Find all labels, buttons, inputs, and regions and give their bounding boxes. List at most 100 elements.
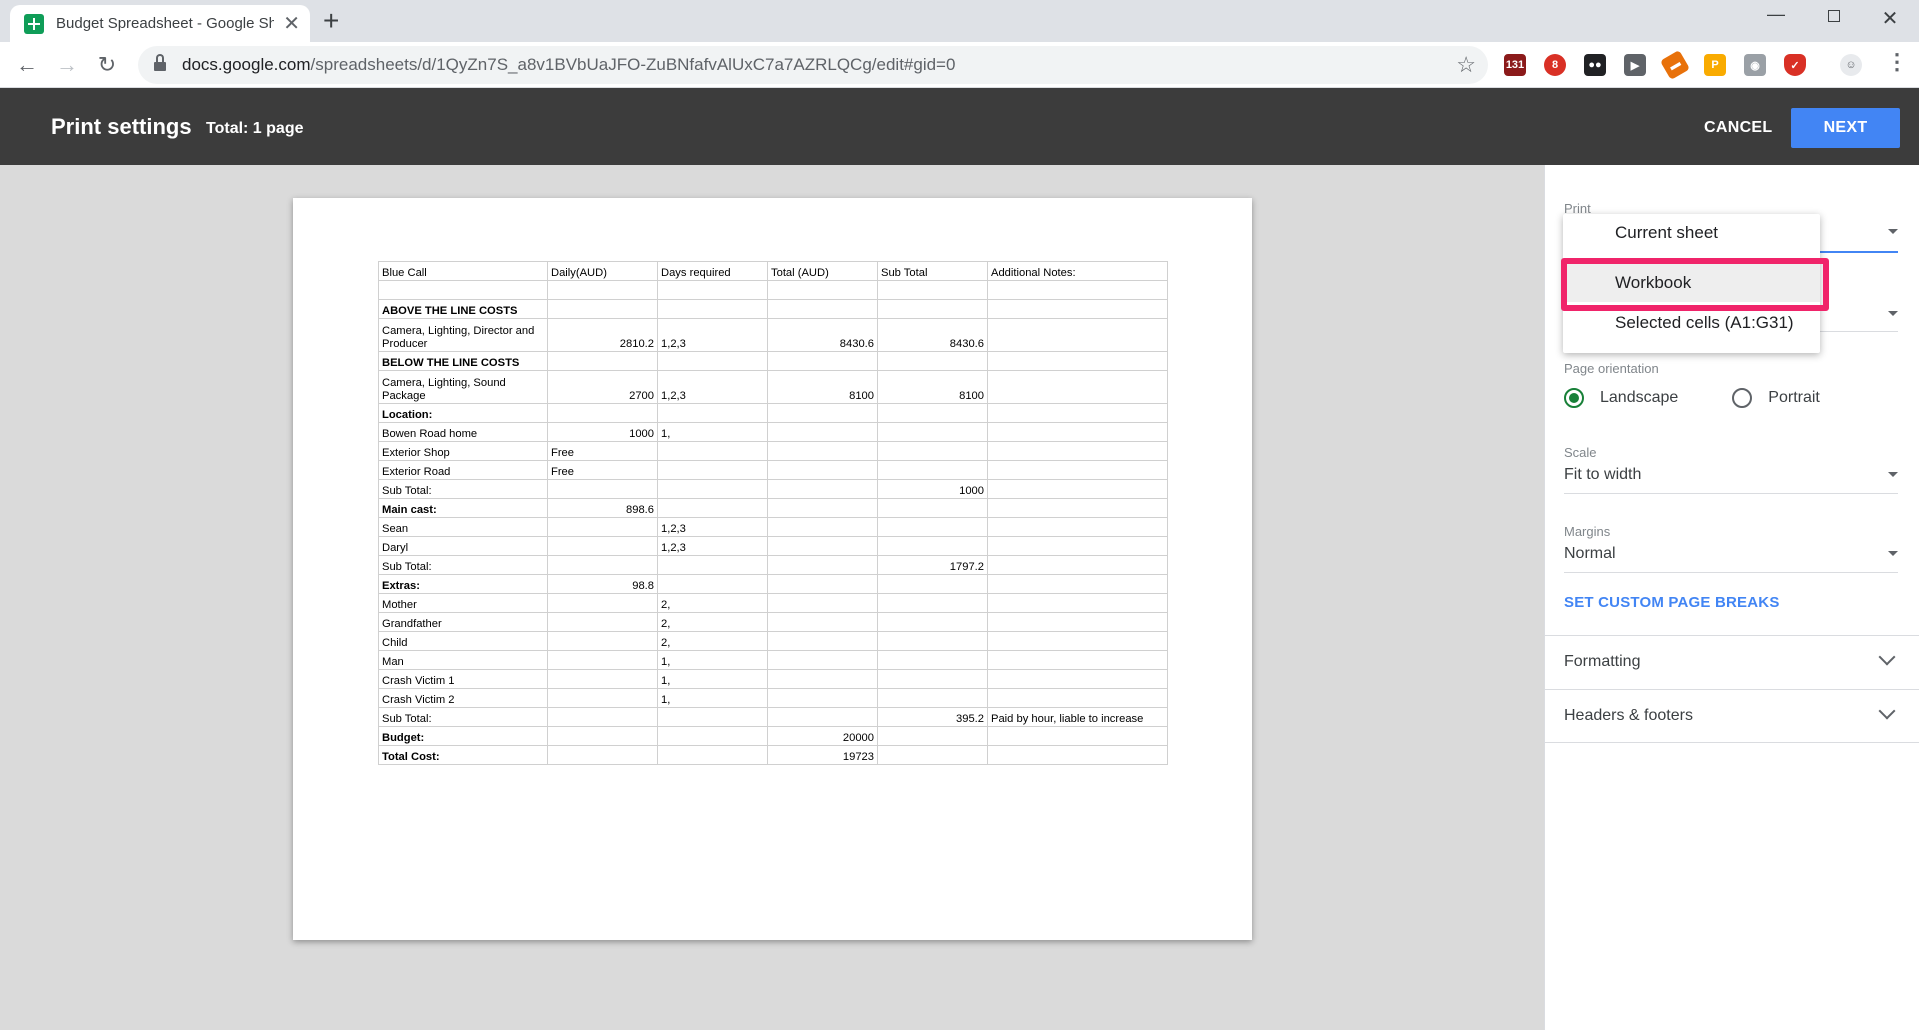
window-maximize-icon[interactable] bbox=[1814, 6, 1854, 27]
table-cell: Daryl bbox=[378, 536, 548, 556]
incognito-extension-icon[interactable]: ●● bbox=[1584, 54, 1606, 76]
table-cell: 98.8 bbox=[547, 574, 658, 594]
bookmark-star-icon[interactable]: ☆ bbox=[1456, 52, 1476, 78]
window-close-icon[interactable]: ✕ bbox=[1870, 6, 1910, 31]
table-cell bbox=[987, 726, 1168, 746]
table-cell bbox=[987, 612, 1168, 632]
table-cell: Grandfather bbox=[378, 612, 548, 632]
table-cell: 1, bbox=[657, 422, 768, 442]
cancel-button[interactable]: CANCEL bbox=[1690, 108, 1786, 148]
browser-tab[interactable]: Budget Spreadsheet - Google Sheets ✕ bbox=[10, 5, 310, 42]
set-custom-page-breaks-link[interactable]: SET CUSTOM PAGE BREAKS bbox=[1564, 594, 1780, 611]
url-text[interactable]: docs.google.com/spreadsheets/d/1QyZn7S_a… bbox=[182, 55, 955, 75]
table-cell bbox=[877, 460, 988, 480]
spreadsheet-preview-table: Blue Call Daily(AUD) Days required Total (A… bbox=[378, 261, 1168, 765]
print-preview-area: Blue Call Daily(AUD) Days required Total (A… bbox=[0, 165, 1544, 1030]
forward-arrow-icon[interactable]: → bbox=[52, 50, 82, 80]
landscape-radio[interactable] bbox=[1564, 388, 1584, 408]
table-cell bbox=[987, 403, 1168, 423]
table-cell bbox=[657, 707, 768, 727]
headers-footers-section[interactable]: Headers & footers bbox=[1544, 689, 1919, 743]
table-cell bbox=[767, 479, 878, 499]
table-cell bbox=[657, 403, 768, 423]
tag-extension-icon[interactable]: ▬ bbox=[1659, 49, 1691, 81]
dropdown-option-current-sheet[interactable]: Current sheet bbox=[1563, 214, 1820, 252]
profile-avatar-icon[interactable]: ☺ bbox=[1840, 54, 1862, 76]
table-cell bbox=[987, 593, 1168, 613]
table-cell: Total (AUD) bbox=[767, 261, 878, 281]
table-cell: 395.2 bbox=[877, 707, 988, 727]
page-orientation-label: Page orientation bbox=[1564, 361, 1659, 376]
table-cell bbox=[767, 536, 878, 556]
shield-extension-icon[interactable]: ✓ bbox=[1784, 54, 1806, 76]
table-cell: Daily(AUD) bbox=[547, 261, 658, 281]
lock-icon bbox=[154, 54, 166, 73]
key-extension-icon[interactable]: P bbox=[1704, 54, 1726, 76]
table-cell bbox=[767, 612, 878, 632]
table-row: Daryl 1,2,3 bbox=[378, 536, 1168, 556]
browser-menu-icon[interactable]: ⋮ bbox=[1886, 51, 1908, 73]
table-cell: Man bbox=[378, 650, 548, 670]
table-cell bbox=[547, 536, 658, 556]
margins-value: Normal bbox=[1564, 545, 1616, 562]
table-cell: Free bbox=[547, 441, 658, 461]
table-cell: Location: bbox=[378, 403, 548, 423]
table-row: ABOVE THE LINE COSTS bbox=[378, 299, 1168, 319]
formatting-section[interactable]: Formatting bbox=[1544, 635, 1919, 689]
table-cell: BELOW THE LINE COSTS bbox=[378, 351, 548, 371]
table-cell: 1,2,3 bbox=[657, 536, 768, 556]
table-cell bbox=[767, 351, 878, 371]
table-cell: 2810.2 bbox=[547, 318, 658, 352]
table-cell bbox=[987, 517, 1168, 537]
margins-select[interactable]: Normal bbox=[1564, 545, 1898, 569]
table-cell bbox=[877, 441, 988, 461]
table-row: Blue Call Daily(AUD) Days required Total (A… bbox=[378, 261, 1168, 281]
calendar-extension-icon[interactable]: 131 bbox=[1504, 54, 1526, 76]
back-arrow-icon[interactable]: ← bbox=[12, 50, 42, 80]
table-cell bbox=[547, 351, 658, 371]
adblock-extension-icon[interactable]: 8 bbox=[1544, 54, 1566, 76]
table-cell: Sub Total: bbox=[378, 479, 548, 499]
table-row: Crash Victim 1 1, bbox=[378, 669, 1168, 689]
table-cell: Main cast: bbox=[378, 498, 548, 518]
table-cell: Crash Victim 1 bbox=[378, 669, 548, 689]
browser-toolbar: ← → ↻ docs.google.com/spreadsheets/d/1Qy… bbox=[0, 42, 1919, 88]
table-cell: 1, bbox=[657, 650, 768, 670]
table-cell: 1000 bbox=[547, 422, 658, 442]
portrait-label[interactable]: Portrait bbox=[1768, 389, 1820, 407]
address-bar[interactable]: docs.google.com/spreadsheets/d/1QyZn7S_a… bbox=[138, 46, 1488, 84]
table-cell bbox=[657, 555, 768, 575]
table-row: Camera, Lighting, Director and Producer 2… bbox=[378, 318, 1168, 352]
portrait-radio[interactable] bbox=[1732, 388, 1753, 408]
table-cell bbox=[987, 299, 1168, 319]
headers-footers-label: Headers & footers bbox=[1564, 707, 1693, 724]
table-cell bbox=[987, 370, 1168, 404]
camera-extension-icon[interactable]: ◉ bbox=[1744, 54, 1766, 76]
scale-select[interactable]: Fit to width bbox=[1564, 466, 1898, 490]
table-cell bbox=[987, 351, 1168, 371]
print-select-caret-icon bbox=[1888, 229, 1898, 234]
table-cell: Sub Total bbox=[877, 261, 988, 281]
table-cell bbox=[767, 460, 878, 480]
table-cell bbox=[987, 669, 1168, 689]
table-cell bbox=[657, 351, 768, 371]
reload-icon[interactable]: ↻ bbox=[92, 50, 122, 80]
table-cell: Total Cost: bbox=[378, 745, 548, 765]
table-cell: 2, bbox=[657, 631, 768, 651]
video-extension-icon[interactable]: ▶ bbox=[1624, 54, 1646, 76]
table-cell: Sub Total: bbox=[378, 707, 548, 727]
tab-close-icon[interactable]: ✕ bbox=[283, 14, 300, 34]
table-cell: 8100 bbox=[767, 370, 878, 404]
new-tab-icon[interactable]: + bbox=[323, 7, 339, 35]
table-cell bbox=[987, 280, 1168, 300]
print-settings-header: Print settings Total: 1 page CANCEL NEXT bbox=[0, 88, 1919, 165]
tab-title: Budget Spreadsheet - Google Sheets bbox=[56, 15, 274, 32]
table-cell: 2, bbox=[657, 612, 768, 632]
margins-label: Margins bbox=[1564, 524, 1611, 539]
window-minimize-icon[interactable]: — bbox=[1756, 4, 1796, 25]
table-cell bbox=[547, 403, 658, 423]
landscape-label[interactable]: Landscape bbox=[1600, 389, 1678, 407]
table-row: Sub Total: 1000 bbox=[378, 479, 1168, 499]
next-button[interactable]: NEXT bbox=[1791, 108, 1900, 148]
table-cell bbox=[547, 479, 658, 499]
